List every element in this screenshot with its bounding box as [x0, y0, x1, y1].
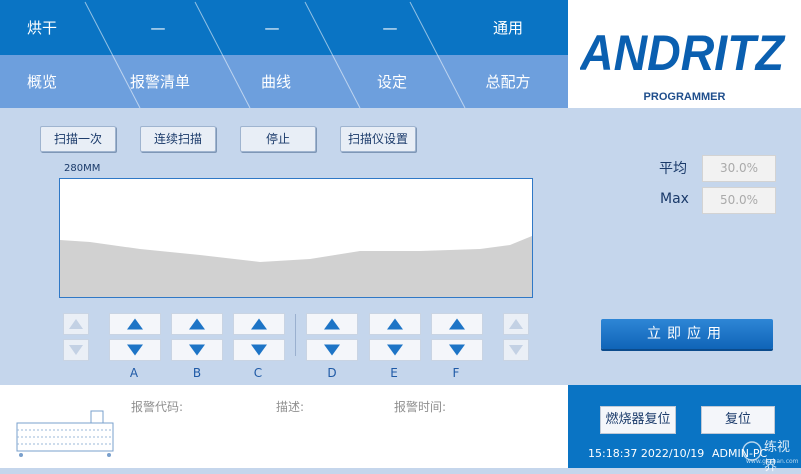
continuous-scan-button[interactable]: 连续扫描: [140, 126, 216, 152]
down-arrow-icon: [387, 344, 403, 356]
down-arrow-icon: [251, 344, 267, 356]
nav-tab-drying[interactable]: 烘干: [0, 18, 92, 38]
up-arrow-icon: [387, 318, 403, 330]
channel-b-up-button[interactable]: [171, 313, 223, 335]
down-arrow-icon: [127, 344, 143, 356]
svg-text:ANDRITZ: ANDRITZ: [580, 26, 786, 78]
channel-d-up-button[interactable]: [306, 313, 358, 335]
channel-label-c: C: [253, 366, 263, 380]
alarm-code-label: 报警代码:: [131, 400, 184, 414]
top-navigation: 烘干 — — — 通用 概览 报警清单 曲线 设定 总配方: [0, 0, 568, 108]
brand-logo-panel: ANDRITZ PROGRAMMER: [568, 0, 801, 108]
nav-tab-empty-1[interactable]: —: [108, 18, 208, 38]
chart-width-label: 280MM: [64, 163, 101, 174]
burner-reset-button[interactable]: 燃烧器复位: [600, 406, 676, 434]
machine-diagram-icon: [11, 405, 119, 461]
apply-now-button[interactable]: 立即应用: [601, 319, 773, 349]
watermark: 练视界 www.gkzhan.com: [740, 434, 800, 474]
down-arrow-icon: [189, 344, 205, 356]
up-arrow-icon: [509, 319, 523, 329]
channel-label-d: D: [327, 366, 337, 380]
channel-a-up-button[interactable]: [109, 313, 161, 335]
nav-tab-empty-3[interactable]: —: [340, 18, 440, 38]
channel-e-up-button[interactable]: [369, 313, 421, 335]
logo-subtitle: PROGRAMMER: [643, 91, 726, 103]
up-arrow-icon: [127, 318, 143, 330]
down-arrow-icon: [69, 345, 83, 355]
up-arrow-icon: [449, 318, 465, 330]
reset-button[interactable]: 复位: [701, 406, 775, 434]
scan-once-button[interactable]: 扫描一次: [40, 126, 116, 152]
all-up-button[interactable]: [63, 313, 89, 335]
channel-label-e: E: [390, 366, 398, 380]
datetime-display: 15:18:37 2022/10/19: [588, 447, 705, 460]
average-label: 平均: [659, 161, 687, 177]
stop-button[interactable]: 停止: [240, 126, 316, 152]
up-arrow-icon: [324, 318, 340, 330]
channel-d-down-button[interactable]: [306, 339, 358, 361]
nav-tab-alarm-list[interactable]: 报警清单: [110, 72, 210, 92]
down-arrow-icon: [509, 345, 523, 355]
all-down-button[interactable]: [63, 339, 89, 361]
nav-tab-curves[interactable]: 曲线: [226, 72, 326, 92]
channel-label-f: F: [452, 366, 460, 380]
channel-divider: [295, 314, 296, 356]
channel-label-a: A: [129, 366, 139, 380]
max-value: 50.0%: [702, 187, 776, 214]
nav-tab-overview[interactable]: 概览: [0, 72, 92, 92]
profile-chart: [59, 178, 533, 298]
channel-f-down-button[interactable]: [431, 339, 483, 361]
channel-c-up-button[interactable]: [233, 313, 285, 335]
down-arrow-icon: [449, 344, 465, 356]
down-arrow-icon: [324, 344, 340, 356]
up-arrow-icon: [189, 318, 205, 330]
watermark-text: 练视界: [764, 440, 791, 474]
channel-e-down-button[interactable]: [369, 339, 421, 361]
channel-label-b: B: [192, 366, 202, 380]
channel-f-up-button[interactable]: [431, 313, 483, 335]
channel-c-down-button[interactable]: [233, 339, 285, 361]
nav-tab-empty-2[interactable]: —: [222, 18, 322, 38]
channel-a-down-button[interactable]: [109, 339, 161, 361]
nav-tab-general[interactable]: 通用: [458, 18, 558, 38]
up-arrow-icon: [251, 318, 267, 330]
nav-tab-recipe[interactable]: 总配方: [458, 72, 558, 92]
channel-b-down-button[interactable]: [171, 339, 223, 361]
all-down-right-button[interactable]: [503, 339, 529, 361]
watermark-url: www.gkzhan.com: [746, 458, 799, 465]
andritz-logo: ANDRITZ: [580, 26, 786, 78]
up-arrow-icon: [69, 319, 83, 329]
average-value: 30.0%: [702, 155, 776, 182]
alarm-time-label: 报警时间:: [394, 400, 447, 414]
nav-tab-settings[interactable]: 设定: [342, 72, 442, 92]
alarm-description-label: 描述:: [276, 400, 305, 414]
max-label: Max: [660, 191, 689, 207]
profile-area: [60, 236, 532, 297]
all-up-right-button[interactable]: [503, 313, 529, 335]
scanner-settings-button[interactable]: 扫描仪设置: [340, 126, 416, 152]
